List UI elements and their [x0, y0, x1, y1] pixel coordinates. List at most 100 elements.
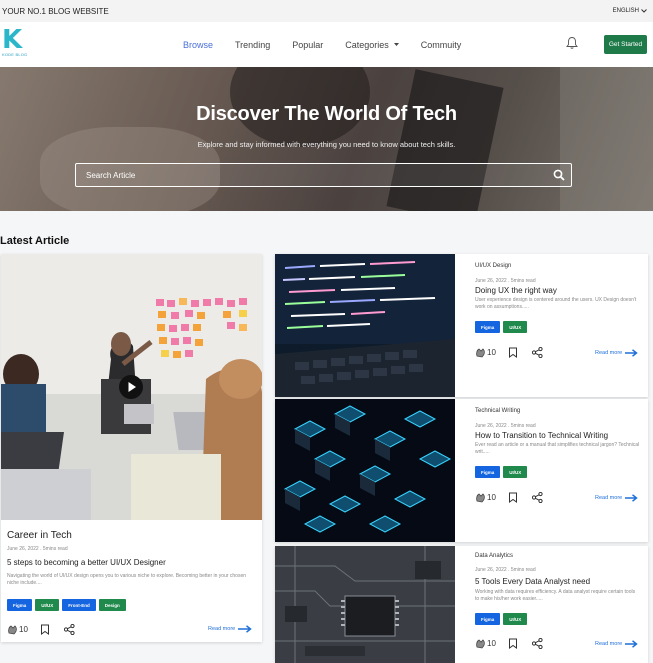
navbar: K KODE BLOG Browse Trending Popular Cate…: [0, 22, 653, 67]
read-more-label: Read more: [595, 350, 623, 356]
tagline: YOUR NO.1 BLOG WEBSITE: [2, 6, 109, 16]
tag-figma[interactable]: Figma: [7, 599, 33, 611]
search-icon[interactable]: [553, 169, 565, 181]
article-date: June 26, 2022 . 5mins read: [475, 278, 536, 284]
arrow-right-icon: [625, 349, 638, 357]
logo-text: KODE BLOG: [2, 52, 28, 57]
glowing-cubes-illustration: [275, 399, 455, 542]
tag-uiux[interactable]: UI/UX: [503, 613, 528, 625]
tag-front-end[interactable]: Front-End: [62, 599, 96, 611]
article-description: User experience design is centered aroun…: [475, 297, 637, 310]
read-more-label: Read more: [595, 495, 623, 501]
featured-description: Navigating the world of UI/UX design ope…: [7, 573, 247, 586]
section-title: Latest Article: [0, 235, 70, 247]
article-card[interactable]: Data Analytics June 26, 2022 . 5mins rea…: [275, 546, 648, 663]
nav-browse[interactable]: Browse: [183, 40, 213, 50]
nav-community[interactable]: Commuity: [421, 40, 462, 50]
like-count: 10: [487, 639, 496, 648]
article-category[interactable]: UI/UX Design: [475, 263, 511, 269]
featured-article-card[interactable]: Career in Tech June 26, 2022 . 5mins rea…: [1, 254, 262, 642]
article-category[interactable]: Technical Writing: [475, 408, 520, 414]
share-icon[interactable]: [531, 492, 543, 503]
read-more-link[interactable]: Read more: [595, 640, 638, 648]
arrow-right-icon: [238, 625, 252, 633]
hero-overlay: [0, 67, 653, 211]
nav-popular[interactable]: Popular: [292, 40, 323, 50]
bookmark-icon[interactable]: [40, 624, 50, 635]
tag-figma[interactable]: Figma: [475, 613, 501, 625]
search-input[interactable]: [76, 164, 571, 186]
share-icon[interactable]: [531, 347, 543, 358]
featured-title[interactable]: 5 steps to becoming a better UI/UX Desig…: [7, 558, 166, 567]
language-label: ENGLISH: [612, 8, 639, 14]
featured-read-more-link[interactable]: Read more: [208, 625, 252, 633]
like-count: 10: [487, 348, 496, 357]
article-title[interactable]: Doing UX the right way: [475, 286, 557, 295]
hero-subtitle: Explore and stay informed with everythin…: [197, 140, 456, 149]
article-actions: 10: [475, 492, 543, 503]
clap-icon[interactable]: [7, 624, 18, 635]
bell-icon[interactable]: [565, 36, 579, 50]
tag-uiux[interactable]: UI/UX: [503, 466, 528, 478]
like-count: 10: [19, 625, 28, 634]
bookmark-icon[interactable]: [508, 347, 518, 358]
like-count: 10: [487, 493, 496, 502]
share-icon[interactable]: [63, 624, 75, 635]
article-title[interactable]: How to Transition to Technical Writing: [475, 431, 608, 440]
read-more-link[interactable]: Read more: [595, 349, 638, 357]
tag-figma[interactable]: Figma: [475, 321, 501, 333]
article-image-circuit[interactable]: [275, 546, 455, 663]
article-card[interactable]: UI/UX Design June 26, 2022 . 5mins read …: [275, 254, 648, 397]
get-started-button[interactable]: Get Started: [604, 35, 647, 54]
article-actions: 10: [475, 347, 543, 358]
arrow-right-icon: [625, 494, 638, 502]
search-box: [75, 163, 572, 187]
article-description: Working with data requires efficiency. A…: [475, 589, 636, 602]
nav-trending[interactable]: Trending: [235, 40, 270, 50]
hero-banner: Discover The World Of Tech Explore and s…: [0, 67, 653, 211]
article-actions: 10: [475, 638, 543, 649]
hero-title: Discover The World Of Tech: [196, 103, 457, 125]
tag-uiux[interactable]: UI/UX: [35, 599, 60, 611]
main-menu: Browse Trending Popular Categories Commu…: [183, 22, 483, 67]
bookmark-icon[interactable]: [508, 492, 518, 503]
featured-category[interactable]: Career in Tech: [7, 530, 72, 541]
bookmark-icon[interactable]: [508, 638, 518, 649]
caret-down-icon: [393, 43, 399, 46]
nav-categories[interactable]: Categories: [345, 40, 399, 50]
article-title[interactable]: 5 Tools Every Data Analyst need: [475, 577, 590, 586]
tag-figma[interactable]: Figma: [475, 466, 501, 478]
clap-icon[interactable]: [475, 492, 486, 503]
article-image-code[interactable]: [275, 254, 455, 397]
featured-tags: Figma UI/UX Front-End Design: [7, 599, 126, 611]
logo[interactable]: K KODE BLOG: [2, 27, 28, 60]
article-date: June 26, 2022 . 5mins read: [475, 423, 536, 429]
top-bar: YOUR NO.1 BLOG WEBSITE ENGLISH: [0, 0, 653, 22]
nav-categories-label: Categories: [345, 39, 389, 50]
arrow-right-icon: [625, 640, 638, 648]
featured-article-image[interactable]: [1, 254, 262, 520]
article-tags: Figma UI/UX: [475, 321, 528, 333]
tag-design[interactable]: Design: [98, 599, 126, 611]
read-more-link[interactable]: Read more: [595, 494, 638, 502]
article-card[interactable]: Technical Writing June 26, 2022 . 5mins …: [275, 399, 648, 542]
chevron-down-icon: [641, 9, 647, 13]
article-category[interactable]: Data Analytics: [475, 553, 513, 559]
featured-date: June 26, 2022 . 5mins read: [7, 546, 68, 552]
article-tags: Figma UI/UX: [475, 466, 528, 478]
clap-icon[interactable]: [475, 638, 486, 649]
article-date: June 26, 2022 . 5mins read: [475, 567, 536, 573]
tag-uiux[interactable]: UI/UX: [503, 321, 528, 333]
play-icon[interactable]: [119, 375, 143, 399]
circuit-board-illustration: [275, 546, 455, 663]
read-more-label: Read more: [595, 641, 623, 647]
article-tags: Figma UI/UX: [475, 613, 528, 625]
share-icon[interactable]: [531, 638, 543, 649]
clap-icon[interactable]: [475, 347, 486, 358]
code-screen-illustration: [275, 254, 455, 397]
article-image-abstract[interactable]: [275, 399, 455, 542]
featured-actions: 10: [7, 624, 75, 635]
read-more-label: Read more: [208, 626, 236, 632]
language-selector[interactable]: ENGLISH: [613, 8, 647, 14]
article-description: Ever read an article or a manual that si…: [475, 442, 640, 455]
